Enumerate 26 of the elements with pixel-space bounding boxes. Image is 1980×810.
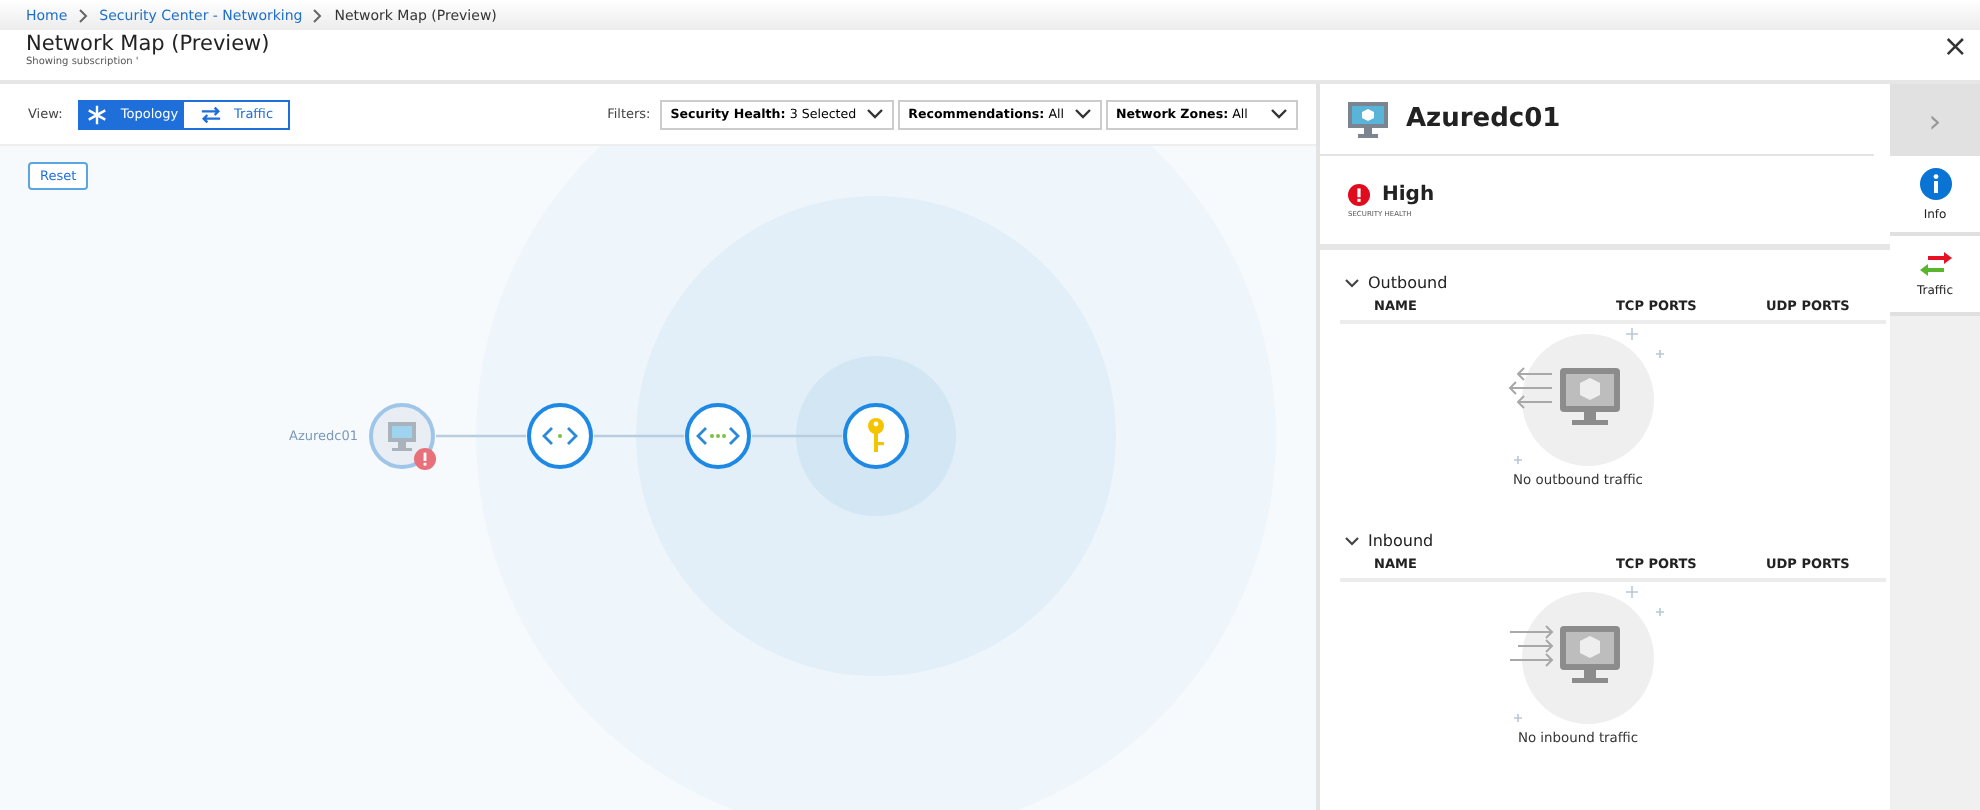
chevron-down-icon <box>1074 108 1092 120</box>
swap-arrows-icon <box>1919 251 1951 275</box>
connector-line <box>752 434 842 438</box>
computer-icon <box>1346 99 1390 139</box>
chevron-down-icon <box>1344 277 1360 289</box>
swap-arrows-icon <box>200 103 222 125</box>
connector-line <box>594 434 684 438</box>
network-node-icon[interactable] <box>526 402 594 470</box>
key-node-icon[interactable] <box>842 402 910 470</box>
topology-icon <box>86 103 109 125</box>
chevron-down-icon <box>1270 108 1288 120</box>
chevron-down-icon <box>1344 535 1360 547</box>
page-title: Network Map (Preview) <box>26 32 270 56</box>
resource-title: Azuredc01 <box>1406 104 1561 134</box>
error-icon <box>1348 184 1370 206</box>
section-toggle[interactable]: Inbound <box>1320 532 1890 550</box>
chevron-down-icon <box>866 108 885 120</box>
info-icon <box>1919 167 1951 199</box>
network-node-icon[interactable] <box>684 402 752 470</box>
connector-line <box>436 434 526 438</box>
chevron-icon <box>77 7 90 23</box>
computer-node-icon[interactable] <box>368 402 436 470</box>
chevron-icon <box>312 7 325 23</box>
close-button[interactable]: × <box>1942 32 1968 62</box>
health-value: High <box>1382 184 1435 206</box>
section-toggle[interactable]: Outbound <box>1320 274 1890 292</box>
